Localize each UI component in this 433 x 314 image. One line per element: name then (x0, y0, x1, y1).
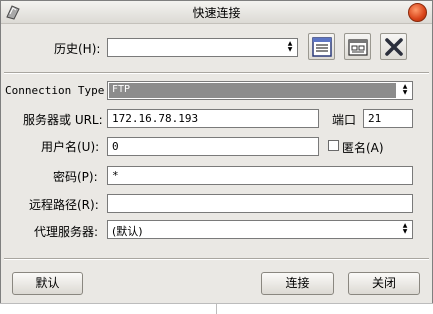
connect-button[interactable]: 连接 (261, 272, 334, 295)
history-label: 历史(H): (54, 42, 101, 56)
username-label: 用户名(U): (41, 140, 100, 154)
proxy-value: (默认) (112, 225, 143, 238)
title-bar: 快速连接 (1, 1, 432, 24)
separator (4, 72, 429, 74)
edit-bookmarks-button[interactable] (344, 33, 371, 60)
port-label: 端口 (332, 113, 357, 127)
connection-type-dropdown[interactable]: FTP ▲ ▼ (107, 81, 413, 100)
delete-bookmark-button[interactable] (380, 33, 407, 60)
separator (4, 258, 429, 260)
close-button[interactable]: 关闭 (348, 272, 420, 295)
bookmark-list-button[interactable] (308, 33, 335, 60)
chevron-updown-icon: ▲ ▼ (402, 83, 408, 96)
username-input[interactable]: 0 (107, 137, 319, 156)
server-label: 服务器或 URL: (23, 113, 103, 127)
history-dropdown[interactable]: ▲ ▼ (107, 38, 298, 57)
delete-icon (385, 38, 403, 56)
connection-type-value: FTP (109, 83, 396, 98)
edit-bookmarks-icon (348, 39, 368, 56)
anonymous-checkbox[interactable] (328, 140, 339, 151)
connection-type-label: Connection Type: (5, 84, 111, 97)
background-window (0, 303, 433, 314)
default-button[interactable]: 默认 (12, 272, 83, 295)
quick-connect-dialog: 快速连接 历史(H): ▲ ▼ Connection Type: FTP ▲ ▼… (0, 0, 433, 304)
bookmark-list-icon (312, 37, 332, 57)
proxy-dropdown[interactable]: (默认) ▲ ▼ (107, 220, 413, 239)
proxy-label: 代理服务器: (34, 225, 99, 239)
chevron-updown-icon: ▲ ▼ (287, 40, 293, 53)
remote-path-label: 远程路径(R): (29, 198, 99, 212)
password-input[interactable]: * (107, 166, 413, 185)
window-title: 快速连接 (192, 6, 241, 20)
anonymous-label[interactable]: 匿名(A) (342, 139, 384, 156)
chevron-updown-icon: ▲ ▼ (402, 222, 408, 235)
close-icon[interactable] (408, 3, 427, 22)
remote-path-input[interactable] (107, 194, 413, 213)
server-input[interactable]: 172.16.78.193 (107, 109, 319, 128)
port-input[interactable]: 21 (363, 109, 413, 128)
password-label: 密码(P): (53, 170, 98, 184)
